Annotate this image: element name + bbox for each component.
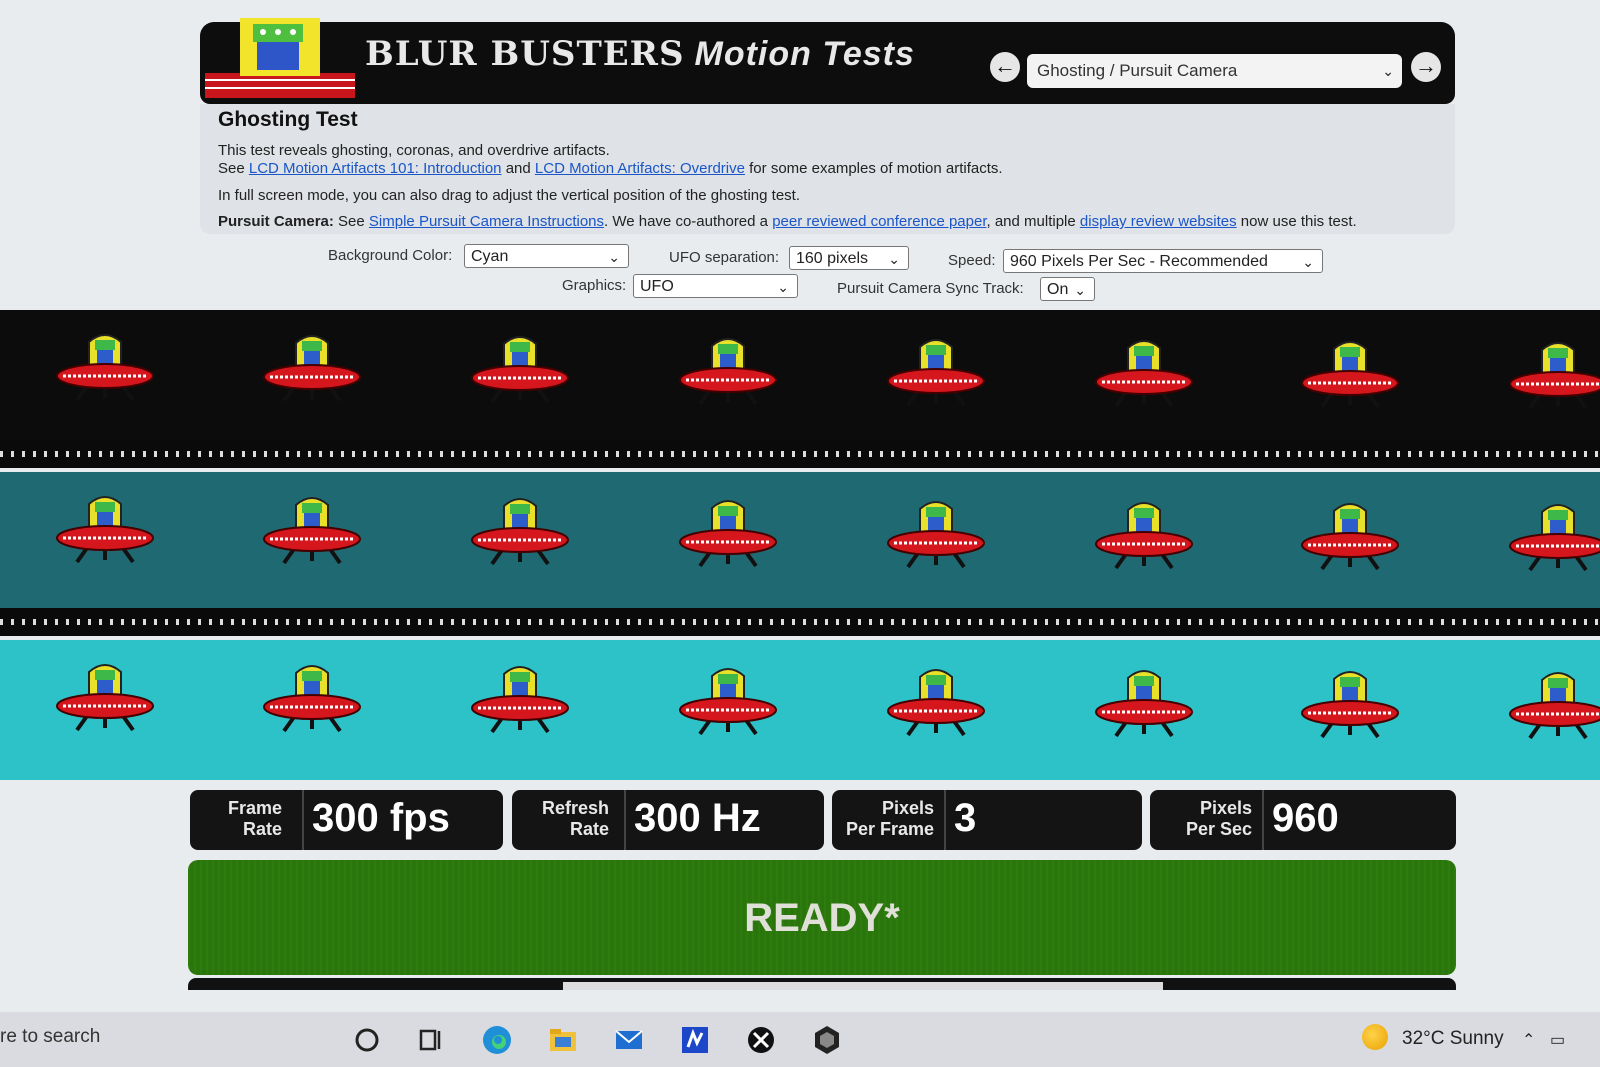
ufo-icon: [1509, 342, 1600, 410]
windows-taskbar: [0, 1012, 1600, 1067]
chevron-down-icon: ⌄: [1074, 282, 1086, 298]
graphics-label: Graphics:: [562, 277, 627, 294]
sync-track-divider: [0, 440, 1600, 468]
info-line-4: Pursuit Camera: See Simple Pursuit Camer…: [218, 213, 1357, 230]
ufo-icon: [1301, 671, 1399, 739]
chevron-down-icon: ⌄: [608, 249, 620, 265]
ufo-icon: [679, 667, 777, 735]
ufo-icon: [679, 499, 777, 567]
weather-sun-icon[interactable]: [1362, 1024, 1388, 1050]
ufo-separation-label: UFO separation:: [669, 249, 780, 266]
ufo-icon: [263, 335, 361, 403]
ufo-icon: [56, 664, 154, 732]
info-line-3: In full screen mode, you can also drag t…: [218, 187, 801, 204]
status-text: READY*: [744, 896, 900, 940]
link-lcd-intro[interactable]: LCD Motion Artifacts 101: Introduction: [249, 160, 502, 177]
speed-select[interactable]: 960 Pixels Per Sec - Recommended ⌄: [1003, 249, 1323, 273]
ufo-icon: [887, 668, 985, 736]
arrow-left-icon: ←: [994, 53, 1016, 78]
chevron-down-icon: ⌄: [1382, 63, 1394, 79]
battery-icon[interactable]: ▭: [1550, 1030, 1565, 1050]
weather-text[interactable]: 32°C Sunny: [1402, 1028, 1504, 1050]
frame-rate-value: 300 fps: [312, 796, 450, 840]
lower-bar: [188, 978, 1456, 990]
task-view-icon[interactable]: [414, 1023, 448, 1057]
brand-title: BLUR BUSTERS Motion Tests: [365, 34, 915, 74]
frame-rate-readout: Frame Rate 300 fps: [190, 790, 503, 850]
graphics-select[interactable]: UFO ⌄: [633, 274, 798, 298]
link-conference-paper[interactable]: peer reviewed conference paper: [772, 213, 986, 230]
ufo-icon: [1095, 340, 1193, 408]
ufo-icon: [679, 337, 777, 405]
file-explorer-icon[interactable]: [546, 1023, 580, 1057]
taskbar-search-box[interactable]: re to search: [0, 1026, 100, 1048]
bg-color-select[interactable]: Cyan ⌄: [464, 244, 629, 268]
sync-track-select[interactable]: On ⌄: [1040, 277, 1095, 301]
app-m-icon[interactable]: [678, 1023, 712, 1057]
bg-color-label: Background Color:: [328, 247, 453, 264]
next-test-button[interactable]: →: [1411, 52, 1441, 82]
chevron-up-icon[interactable]: ⌃: [1522, 1030, 1535, 1050]
info-line-1: This test reveals ghosting, coronas, and…: [218, 142, 610, 159]
link-review-websites[interactable]: display review websites: [1080, 213, 1237, 230]
link-lcd-overdrive[interactable]: LCD Motion Artifacts: Overdrive: [535, 160, 745, 177]
pixels-per-sec-value: 960: [1272, 796, 1339, 840]
cortana-icon[interactable]: [350, 1023, 384, 1057]
chevron-down-icon: ⌄: [1302, 254, 1314, 270]
chevron-down-icon: ⌄: [777, 279, 789, 295]
status-panel: READY*: [188, 860, 1456, 975]
ufo-icon: [471, 336, 569, 404]
info-line-2: See LCD Motion Artifacts 101: Introducti…: [218, 160, 1003, 177]
link-pursuit-instructions[interactable]: Simple Pursuit Camera Instructions: [369, 213, 604, 230]
ufo-icon: [1509, 504, 1600, 572]
arrow-right-icon: →: [1415, 53, 1437, 78]
refresh-rate-readout: Refresh Rate 300 Hz: [512, 790, 824, 850]
speed-label: Speed:: [948, 252, 996, 269]
test-select[interactable]: Ghosting / Pursuit Camera ⌄: [1027, 54, 1402, 88]
ufo-icon: [1095, 502, 1193, 570]
xbox-icon[interactable]: [744, 1023, 778, 1057]
sync-track-divider: [0, 608, 1600, 636]
sync-track-label: Pursuit Camera Sync Track:: [837, 280, 1024, 297]
edge-browser-icon[interactable]: [480, 1023, 514, 1057]
pixels-per-frame-label: Pixels Per Frame: [845, 798, 934, 839]
ufo-icon: [263, 497, 361, 565]
ufo-icon: [1095, 670, 1193, 738]
refresh-rate-label: Refresh Rate: [541, 798, 609, 839]
ufo-icon: [1301, 341, 1399, 409]
pixels-per-sec-readout: Pixels Per Sec 960: [1150, 790, 1456, 850]
refresh-rate-value: 300 Hz: [634, 796, 761, 840]
ufo-icon: [56, 334, 154, 402]
page-title: Ghosting Test: [218, 108, 358, 131]
ufo-logo-icon: [205, 18, 355, 98]
ufo-icon: [471, 498, 569, 566]
pixels-per-sec-label: Pixels Per Sec: [1185, 798, 1252, 839]
mail-icon[interactable]: [612, 1023, 646, 1057]
ufo-separation-select[interactable]: 160 pixels ⌄: [789, 246, 909, 270]
ufo-icon: [56, 496, 154, 564]
ufo-icon: [1509, 672, 1600, 740]
ufo-icon: [887, 500, 985, 568]
pixels-per-frame-readout: Pixels Per Frame 3: [832, 790, 1142, 850]
app-cube-icon[interactable]: [810, 1023, 844, 1057]
frame-rate-label: Frame Rate: [227, 798, 282, 839]
ufo-icon: [471, 666, 569, 734]
ufo-icon: [887, 338, 985, 406]
chevron-down-icon: ⌄: [888, 251, 900, 267]
pixels-per-frame-value: 3: [954, 796, 977, 840]
prev-test-button[interactable]: ←: [990, 52, 1020, 82]
ufo-icon: [263, 665, 361, 733]
ufo-icon: [1301, 503, 1399, 571]
